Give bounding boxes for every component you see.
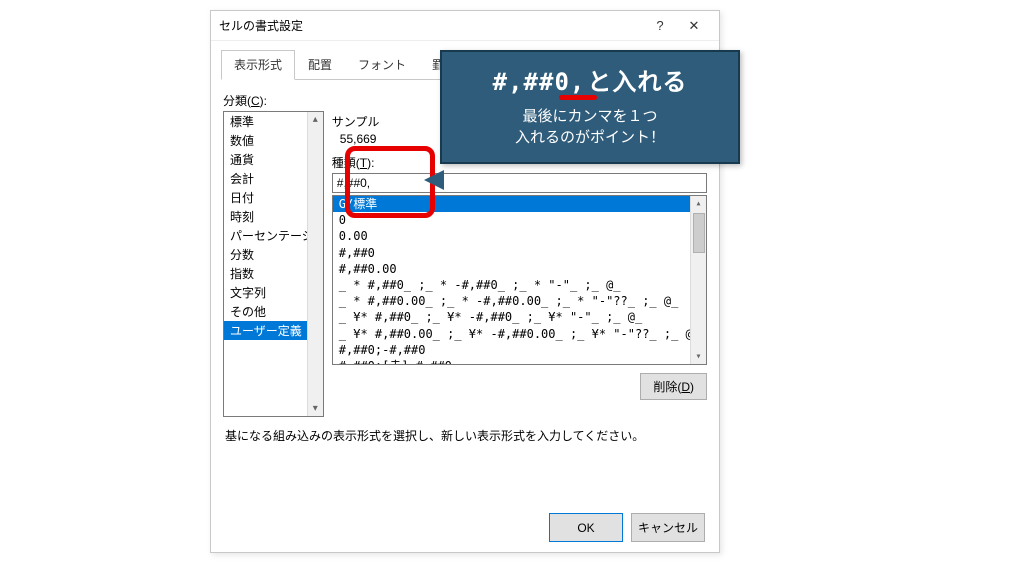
format-row[interactable]: #,##0.00 (333, 261, 706, 277)
help-button[interactable]: ? (643, 12, 677, 40)
dialog-title: セルの書式設定 (219, 17, 643, 34)
format-type-input[interactable] (332, 173, 707, 193)
callout-line3: 入れるのがポイント！ (454, 127, 726, 148)
cancel-button[interactable]: キャンセル (631, 513, 705, 542)
category-scrollbar[interactable]: ▴ ▾ (307, 112, 323, 416)
format-scrollbar[interactable]: ▴ ▾ (690, 196, 706, 364)
ok-button[interactable]: OK (549, 513, 623, 542)
tab-alignment[interactable]: 配置 (295, 50, 345, 80)
delete-button[interactable]: 削除(D) (640, 373, 707, 400)
scroll-down-icon[interactable]: ▾ (313, 401, 318, 416)
scroll-up-icon[interactable]: ▴ (313, 112, 318, 127)
format-row[interactable]: 0.00 (333, 228, 706, 244)
format-row[interactable]: _ * #,##0_ ;_ * -#,##0_ ;_ * "-"_ ;_ @_ (333, 277, 706, 293)
callout-line2: 最後にカンマを１つ (454, 106, 726, 127)
scroll-down-icon[interactable]: ▾ (695, 349, 701, 364)
scroll-up-icon[interactable]: ▴ (695, 196, 701, 211)
dialog-footer: OK キャンセル (549, 513, 705, 542)
callout-line1: #,##0, と入れる (454, 62, 726, 97)
annotation-callout: #,##0, と入れる 最後にカンマを１つ 入れるのがポイント！ (440, 50, 740, 164)
scroll-thumb[interactable] (693, 213, 705, 253)
hint-text: 基になる組み込みの表示形式を選択し、新しい表示形式を入力してください。 (225, 427, 707, 444)
category-listbox[interactable]: 標準 数値 通貨 会計 日付 時刻 パーセンテージ 分数 指数 文字列 その他 … (223, 111, 324, 417)
format-row[interactable]: #,##0;-#,##0 (333, 342, 706, 358)
format-row[interactable]: 0 (333, 212, 706, 228)
format-list[interactable]: G/標準 0 0.00 #,##0 #,##0.00 _ * #,##0_ ;_… (332, 195, 707, 365)
tab-number-format[interactable]: 表示形式 (221, 50, 295, 80)
format-row[interactable]: _ ¥* #,##0_ ;_ ¥* -#,##0_ ;_ ¥* "-"_ ;_ … (333, 309, 706, 325)
format-row[interactable]: #,##0 (333, 245, 706, 261)
format-row[interactable]: #,##0;[赤]-#,##0 (333, 358, 706, 365)
dialog-titlebar: セルの書式設定 ? ✕ (211, 11, 719, 41)
format-row[interactable]: _ * #,##0.00_ ;_ * -#,##0.00_ ;_ * "-"??… (333, 293, 706, 309)
tab-font[interactable]: フォント (345, 50, 419, 80)
format-row[interactable]: _ ¥* #,##0.00_ ;_ ¥* -#,##0.00_ ;_ ¥* "-… (333, 326, 706, 342)
format-row[interactable]: G/標準 (333, 196, 706, 212)
close-button[interactable]: ✕ (677, 12, 711, 40)
